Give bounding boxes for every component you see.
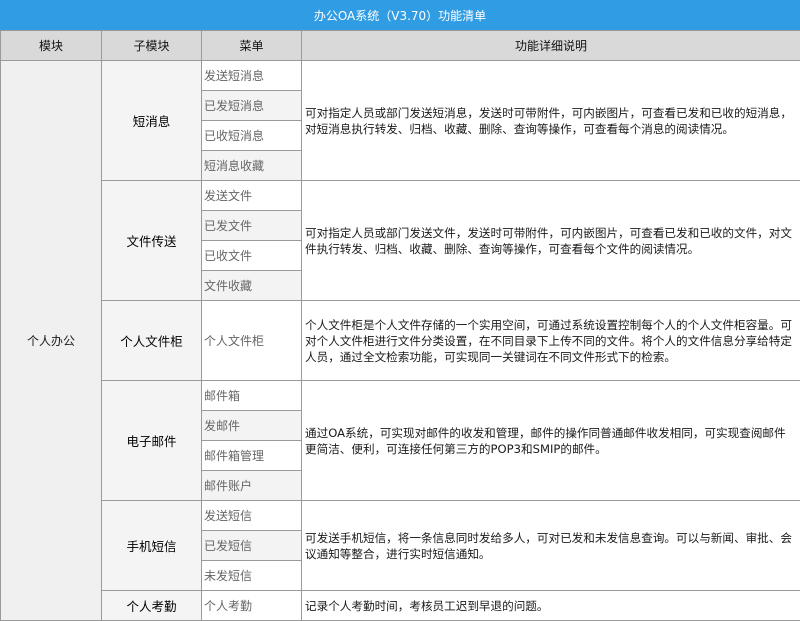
table-row: 电子邮件 邮件箱 通过OA系统，可实现对邮件的收发和管理，邮件的操作同普通邮件收…: [1, 381, 800, 411]
table-row: 手机短信 发送短信 可发送手机短信，将一条信息同时发给多人，可对已发和未发信息查…: [1, 501, 800, 531]
submodule-cell: 个人考勤: [102, 591, 202, 621]
module-cell: 个人办公: [1, 61, 102, 621]
table-row: 个人考勤 个人考勤 记录个人考勤时间，考核员工迟到早退的问题。: [1, 591, 800, 621]
menu-item[interactable]: 已发短消息: [202, 91, 302, 121]
menu-item[interactable]: 发送短消息: [202, 61, 302, 91]
menu-item[interactable]: 已收短消息: [202, 121, 302, 151]
table-row: 个人办公 短消息 发送短消息 可对指定人员或部门发送短消息，发送时可带附件，可内…: [1, 61, 800, 91]
description-cell: 可发送手机短信，将一条信息同时发给多人，可对已发和未发信息查询。可以与新闻、审批…: [302, 501, 800, 591]
description-cell: 通过OA系统，可实现对邮件的收发和管理，邮件的操作同普通邮件收发相同，可实现查阅…: [302, 381, 800, 501]
description-cell: 个人文件柜是个人文件存储的一个实用空间，可通过系统设置控制每个人的个人文件柜容量…: [302, 301, 800, 381]
submodule-cell: 电子邮件: [102, 381, 202, 501]
menu-item[interactable]: 未发短信: [202, 561, 302, 591]
menu-item[interactable]: 发送短信: [202, 501, 302, 531]
menu-item[interactable]: 已发文件: [202, 211, 302, 241]
feature-list-page: 办公OA系统（V3.70）功能清单 模块 子模块 菜单 功能详细说明 个人办公 …: [0, 0, 800, 620]
menu-item[interactable]: 已发短信: [202, 531, 302, 561]
menu-item[interactable]: 邮件账户: [202, 471, 302, 501]
menu-item[interactable]: 已收文件: [202, 241, 302, 271]
submodule-cell: 手机短信: [102, 501, 202, 591]
header-submodule: 子模块: [102, 31, 202, 61]
feature-table: 模块 子模块 菜单 功能详细说明 个人办公 短消息 发送短消息 可对指定人员或部…: [0, 30, 800, 621]
menu-item[interactable]: 发邮件: [202, 411, 302, 441]
menu-item[interactable]: 个人文件柜: [202, 301, 302, 381]
submodule-cell: 文件传送: [102, 181, 202, 301]
header-row: 模块 子模块 菜单 功能详细说明: [1, 31, 800, 61]
table-row: 个人文件柜 个人文件柜 个人文件柜是个人文件存储的一个实用空间，可通过系统设置控…: [1, 301, 800, 381]
header-menu: 菜单: [202, 31, 302, 61]
description-cell: 可对指定人员或部门发送短消息，发送时可带附件，可内嵌图片，可查看已发和已收的短消…: [302, 61, 800, 181]
menu-item[interactable]: 邮件箱: [202, 381, 302, 411]
table-row: 文件传送 发送文件 可对指定人员或部门发送文件，发送时可带附件，可内嵌图片，可查…: [1, 181, 800, 211]
menu-item[interactable]: 个人考勤: [202, 591, 302, 621]
submodule-cell: 个人文件柜: [102, 301, 202, 381]
description-cell: 记录个人考勤时间，考核员工迟到早退的问题。: [302, 591, 800, 621]
header-module: 模块: [1, 31, 102, 61]
menu-item[interactable]: 邮件箱管理: [202, 441, 302, 471]
menu-item[interactable]: 短消息收藏: [202, 151, 302, 181]
header-desc: 功能详细说明: [302, 31, 800, 61]
page-title: 办公OA系统（V3.70）功能清单: [0, 0, 800, 30]
submodule-cell: 短消息: [102, 61, 202, 181]
menu-item[interactable]: 发送文件: [202, 181, 302, 211]
description-cell: 可对指定人员或部门发送文件，发送时可带附件，可内嵌图片，可查看已发和已收的文件，…: [302, 181, 800, 301]
menu-item[interactable]: 文件收藏: [202, 271, 302, 301]
